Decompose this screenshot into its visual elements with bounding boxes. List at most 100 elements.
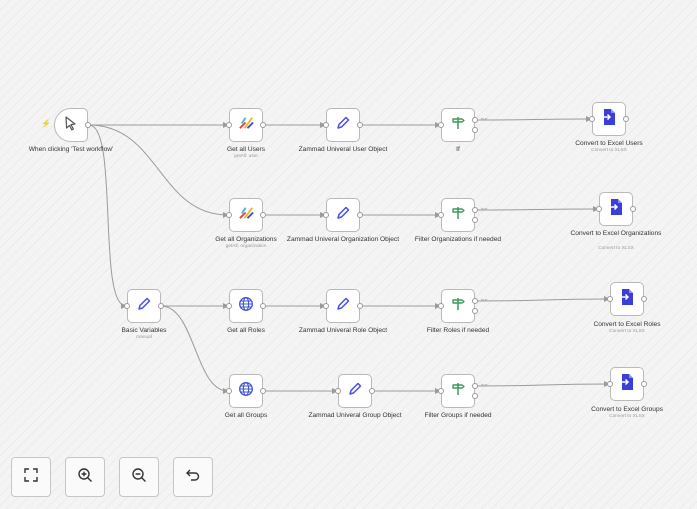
output-port[interactable] [357, 122, 363, 128]
output-port-true[interactable] [472, 117, 478, 123]
file-convert-icon [619, 288, 635, 311]
output-port[interactable] [630, 206, 636, 212]
input-port[interactable] [438, 303, 444, 309]
label-convert-to-excel-users: Convert to Excel Users [575, 140, 643, 147]
output-port-true[interactable] [472, 298, 478, 304]
input-port[interactable] [323, 212, 329, 218]
branch-true-label: true [481, 117, 488, 121]
output-port-false[interactable] [472, 127, 478, 133]
zoom-to-fit-button[interactable] [11, 457, 51, 497]
output-port-false[interactable] [472, 217, 478, 223]
node-get-all-roles[interactable] [229, 289, 263, 323]
node-convert-to-excel-users[interactable] [592, 102, 626, 136]
label-zammad-univeral-role-object: Zammad Univeral Role Object [298, 327, 388, 334]
label-filter-groups: Filter Groups if needed [424, 412, 492, 419]
sublabel-get-all-organizations: getAll: organization [225, 244, 267, 249]
node-convert-to-excel-groups[interactable] [610, 367, 644, 401]
output-port[interactable] [260, 122, 266, 128]
output-port[interactable] [85, 122, 91, 128]
output-port-true[interactable] [472, 207, 478, 213]
label-zammad-univeral-group-object: Zammad Univeral Group Object [308, 412, 402, 419]
sublabel-basic-variables: manual [136, 335, 152, 340]
pencil-icon [335, 115, 351, 136]
label-convert-to-excel-organizations: Convert to Excel Organizations [570, 230, 662, 237]
output-port[interactable] [623, 116, 629, 122]
input-port[interactable] [607, 296, 613, 302]
output-port-false[interactable] [472, 308, 478, 314]
pencil-icon [136, 296, 152, 317]
zoom-in-icon [77, 467, 93, 488]
input-port[interactable] [596, 206, 602, 212]
cursor-icon [63, 115, 79, 136]
node-get-all-groups[interactable] [229, 374, 263, 408]
output-port[interactable] [158, 303, 164, 309]
file-convert-icon [601, 108, 617, 131]
node-zammad-univeral-group-object[interactable] [338, 374, 372, 408]
pencil-icon [335, 296, 351, 317]
sublabel-convert-to-excel-roles: Convert to XLSX [609, 329, 645, 334]
input-port[interactable] [124, 303, 130, 309]
node-get-all-organizations[interactable] [229, 198, 263, 232]
zoom-out-button[interactable] [119, 457, 159, 497]
output-port[interactable] [641, 381, 647, 387]
node-get-all-users[interactable] [229, 108, 263, 142]
zoom-out-icon [131, 467, 147, 488]
file-convert-icon [619, 373, 635, 396]
output-port[interactable] [260, 388, 266, 394]
output-port[interactable] [260, 303, 266, 309]
branch-true-label: true [481, 207, 488, 211]
globe-icon [238, 381, 254, 402]
branch-true-label: true [481, 298, 488, 302]
undo-icon [185, 467, 201, 488]
sublabel-convert-to-excel-groups: Convert to XLSX [609, 414, 645, 419]
output-port[interactable] [369, 388, 375, 394]
node-filter-roles[interactable] [441, 289, 475, 323]
connection-filter-roles-to-convert-roles [475, 296, 610, 303]
node-filter-organizations[interactable] [441, 198, 475, 232]
trigger-bolt-icon: ⚡ [41, 119, 51, 128]
node-zammad-univeral-role-object[interactable] [326, 289, 360, 323]
input-port[interactable] [438, 212, 444, 218]
input-port[interactable] [438, 388, 444, 394]
input-port[interactable] [438, 122, 444, 128]
undo-button[interactable] [173, 457, 213, 497]
sublabel-convert-to-excel-users: Convert to XLSX [591, 148, 627, 153]
workflow-canvas[interactable]: ⚡ When clicking 'Test workflow' Get all … [0, 0, 697, 509]
node-convert-to-excel-roles[interactable] [610, 282, 644, 316]
output-port-false[interactable] [472, 393, 478, 399]
node-when-clicking-test-workflow[interactable] [54, 108, 88, 142]
output-port[interactable] [357, 303, 363, 309]
input-port[interactable] [323, 303, 329, 309]
zammad-logo-icon [238, 204, 255, 226]
signpost-icon [450, 296, 466, 317]
output-port[interactable] [641, 296, 647, 302]
node-zammad-univeral-user-object[interactable] [326, 108, 360, 142]
node-if[interactable] [441, 108, 475, 142]
label-zammad-univeral-organization-object: Zammad Univeral Organization Object [286, 236, 400, 243]
input-port[interactable] [226, 122, 232, 128]
input-port[interactable] [607, 381, 613, 387]
input-port[interactable] [323, 122, 329, 128]
globe-icon [238, 296, 254, 317]
input-port[interactable] [589, 116, 595, 122]
input-port[interactable] [226, 388, 232, 394]
label-filter-organizations: Filter Organizations if needed [414, 236, 502, 243]
node-filter-groups[interactable] [441, 374, 475, 408]
output-port[interactable] [260, 212, 266, 218]
output-port[interactable] [357, 212, 363, 218]
node-convert-to-excel-organizations[interactable] [599, 192, 633, 226]
output-port-true[interactable] [472, 383, 478, 389]
label-when-clicking-test-workflow: When clicking 'Test workflow' [28, 146, 114, 153]
node-basic-variables[interactable] [127, 289, 161, 323]
signpost-icon [450, 381, 466, 402]
zoom-in-button[interactable] [65, 457, 105, 497]
connections-layer [88, 116, 610, 394]
label-convert-to-excel-roles: Convert to Excel Roles [593, 321, 661, 328]
label-get-all-groups: Get all Groups [224, 412, 268, 419]
input-port[interactable] [226, 212, 232, 218]
input-port[interactable] [335, 388, 341, 394]
sublabel-convert-to-excel-organizations: Convert to XLSX [598, 246, 634, 251]
node-zammad-univeral-organization-object[interactable] [326, 198, 360, 232]
branch-true-label: true [481, 383, 488, 387]
input-port[interactable] [226, 303, 232, 309]
